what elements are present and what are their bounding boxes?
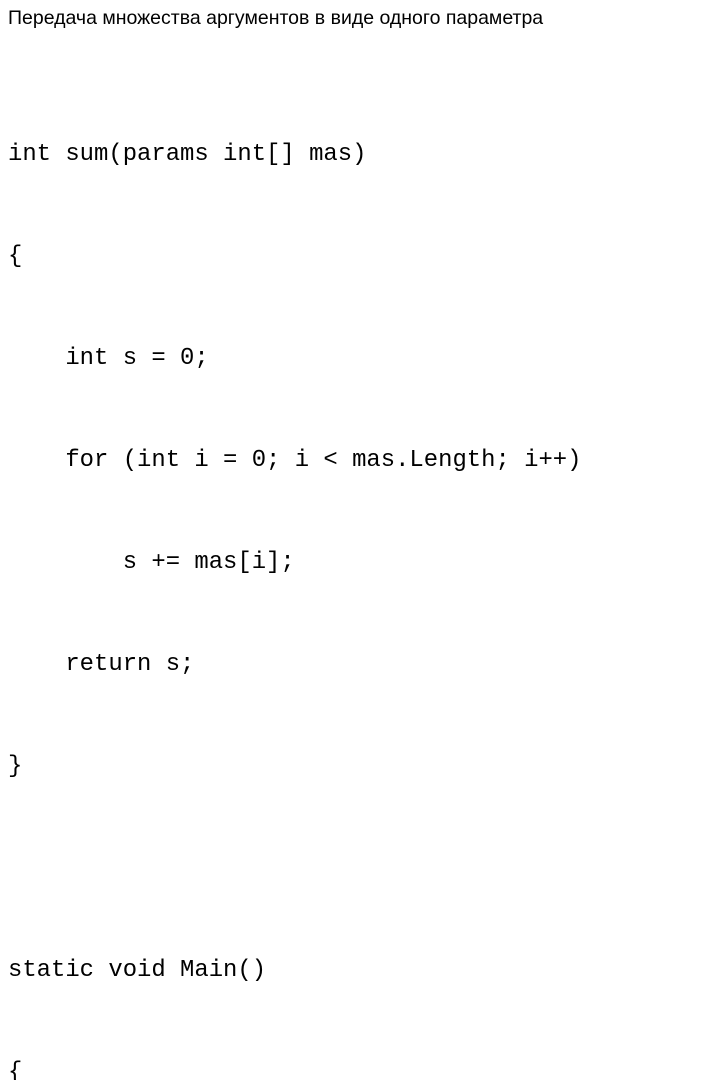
code-line: return s; (8, 651, 195, 678)
code-line: { (8, 243, 23, 270)
code-line: { (8, 1059, 23, 1080)
code-line: s += mas[i]; (8, 549, 295, 576)
code-line: int sum(params int[] mas) (8, 141, 367, 168)
slide-canvas: Передача множества аргументов в виде одн… (0, 0, 720, 1080)
code-line: for (int i = 0; i < mas.Length; i++) (8, 447, 582, 474)
page-title: Передача множества аргументов в виде одн… (8, 7, 544, 29)
code-line: static void Main() (8, 957, 267, 984)
code-line: int s = 0; (8, 345, 209, 372)
code-line: } (8, 753, 23, 780)
code-block: int sum(params int[] mas) { int s = 0; f… (8, 70, 714, 1080)
